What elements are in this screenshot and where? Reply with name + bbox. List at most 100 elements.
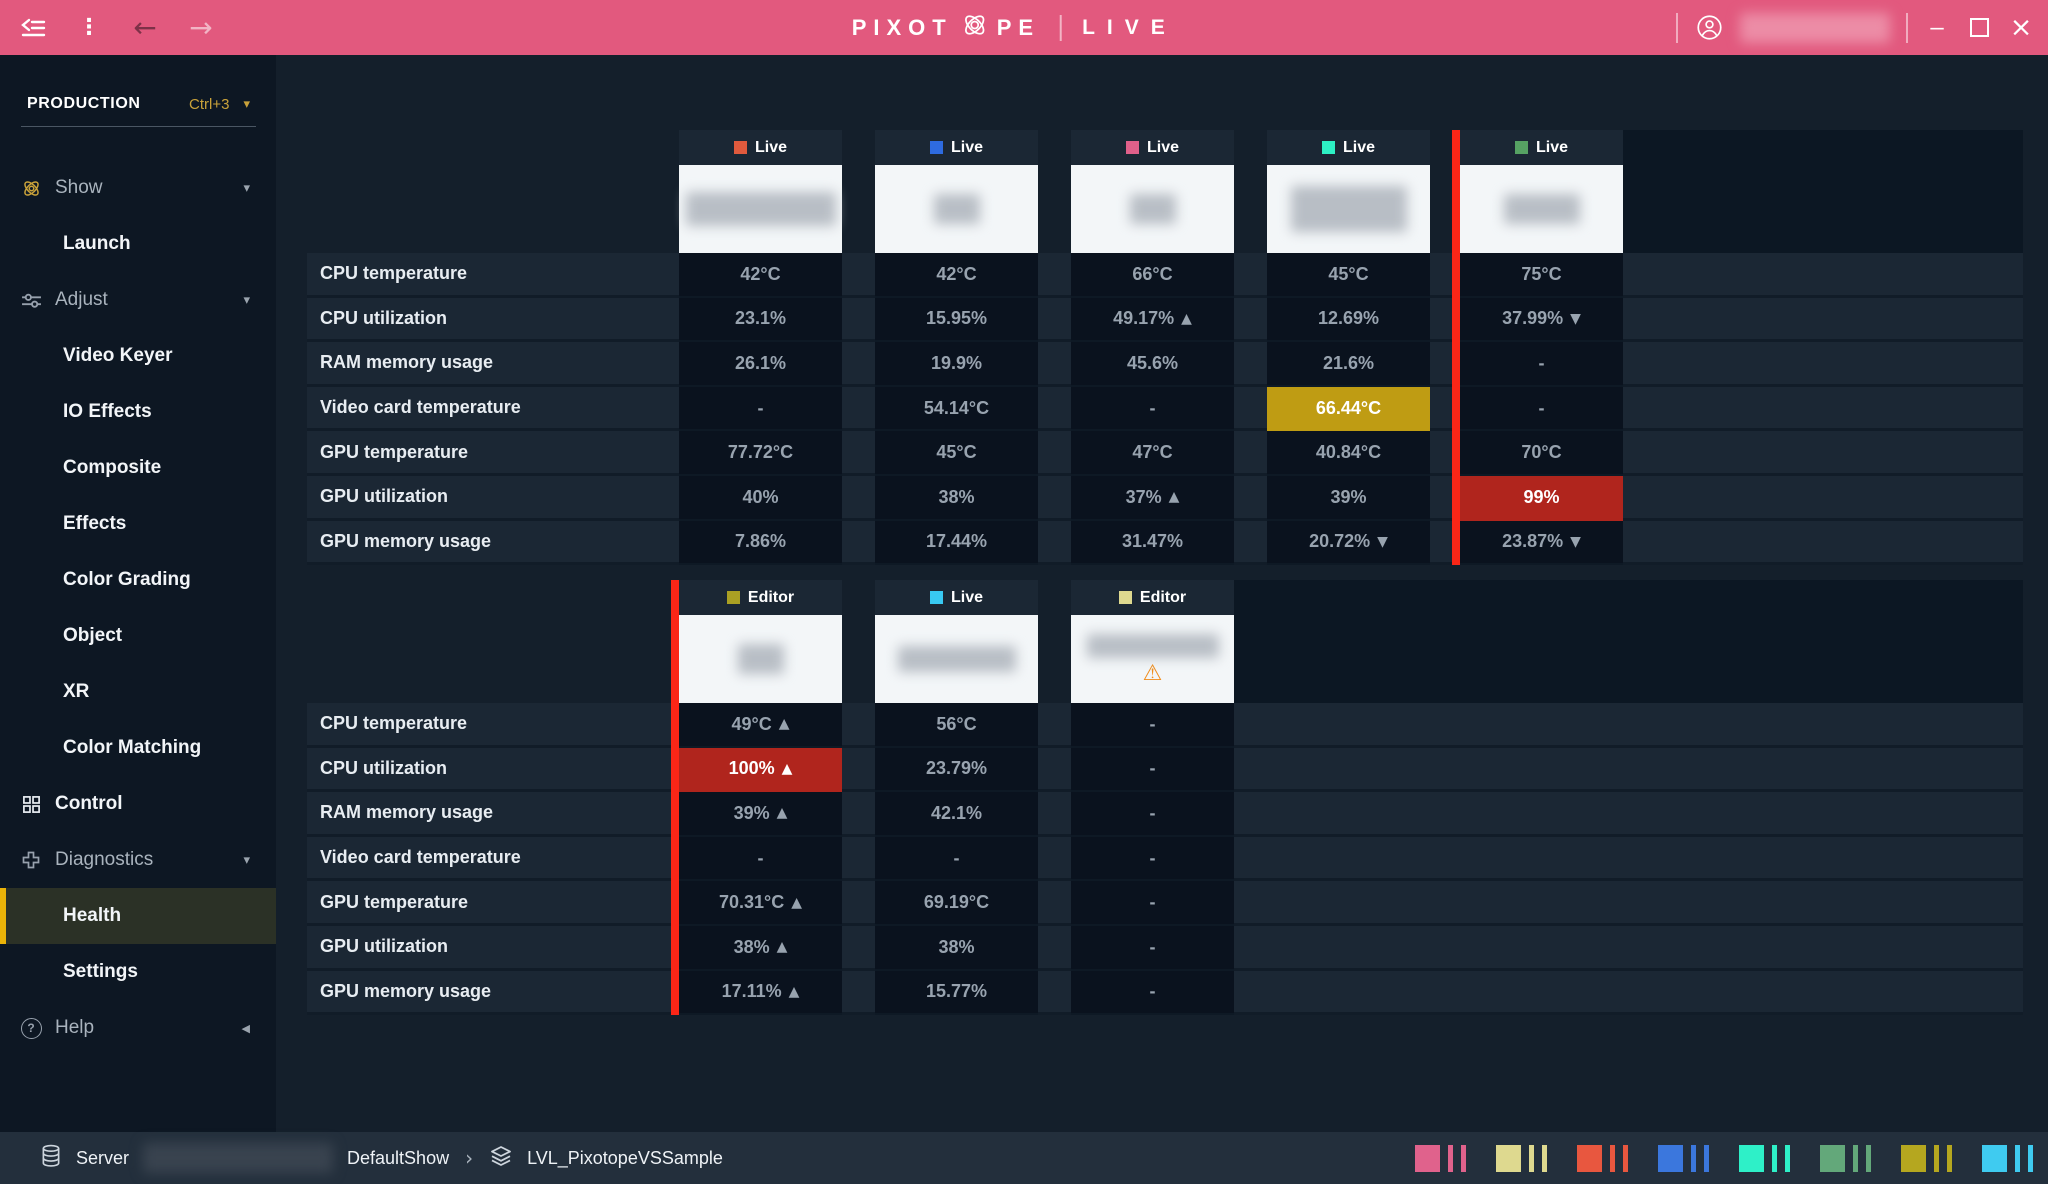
metric-value-cell: 26.1% [679,342,842,387]
sidebar-item-video-keyer[interactable]: Video Keyer [0,328,276,384]
metric-value: 40.84°C [1316,442,1381,463]
window-minimize-button[interactable]: – [1924,15,1950,41]
machine-column: Live42°C23.1%26.1%-77.72°C40%7.86% [679,130,842,565]
metric-value: 40% [742,487,778,508]
sidebar-item-color-matching[interactable]: Color Matching [0,720,276,776]
metric-value-cell: 42.1% [875,792,1038,837]
machine-card[interactable] [1267,165,1430,253]
machine-card[interactable] [875,615,1038,703]
sidebar-item-xr[interactable]: XR [0,664,276,720]
sidebar-item-launch[interactable]: Launch [0,216,276,272]
trend-down-icon: ▼ [1377,534,1388,550]
metric-value-cell: - [679,387,842,432]
pixotope-logo: PIXOT PE LIVE [852,0,1177,55]
machine-swatch-group[interactable] [1415,1145,1466,1172]
sidebar-item-health[interactable]: Health [0,888,276,944]
sidebar-item-label: Control [55,793,123,815]
sidebar-item-show[interactable]: Show▾ [0,160,276,216]
production-mode-selector[interactable]: PRODUCTION Ctrl+3 ▾ [21,82,256,127]
metric-value-cell: 7.86% [679,521,842,566]
machine-status-label: Live [951,589,983,607]
kebab-menu-icon[interactable]: ⋮ [74,13,104,43]
metric-value: 47°C [1132,442,1172,463]
machine-swatch-group[interactable] [1982,1145,2033,1172]
metric-value-cell: - [1071,881,1234,926]
forward-arrow-icon[interactable]: → [186,13,216,43]
machine-card[interactable] [679,615,842,703]
breadcrumb-level-name[interactable]: LVL_PixotopeVSSample [527,1148,723,1169]
window-close-button[interactable]: × [2008,15,2034,41]
sidebar-item-io-effects[interactable]: IO Effects [0,384,276,440]
metric-value: 19.9% [931,353,982,374]
machine-card[interactable] [1071,165,1234,253]
user-account-icon[interactable] [1694,13,1724,43]
collapse-sidebar-icon[interactable] [18,13,48,43]
machine-card[interactable]: ⚠ [1071,615,1234,703]
sidebar-item-label: Diagnostics [55,849,153,871]
sidebar-item-object[interactable]: Object [0,608,276,664]
machine-name-redacted [1291,186,1407,232]
metric-value-cell: 40.84°C [1267,431,1430,476]
back-arrow-icon[interactable]: ← [130,13,160,43]
metric-value-cell: 66°C [1071,253,1234,298]
metric-value-cell: 38% [875,476,1038,521]
metric-value-cell: - [1460,387,1623,432]
machine-column: Live56°C23.79%42.1%-69.19°C38%15.77% [875,580,1038,1015]
metric-value-cell: 77.72°C [679,431,842,476]
machine-status-label: Live [755,139,787,157]
sidebar-item-settings[interactable]: Settings [0,944,276,1000]
metric-row-label: GPU temperature [307,442,468,463]
machine-swatch-bar [1947,1145,1952,1172]
metric-value: 45.6% [1127,353,1178,374]
machine-swatch-group[interactable] [1658,1145,1709,1172]
machine-metric-cells: 49°C▲100%▲39%▲-70.31°C▲38%▲17.11%▲ [679,703,842,1015]
sidebar-item-label: Video Keyer [63,345,172,367]
machine-swatch-group[interactable] [1577,1145,1628,1172]
machine-status-badge: Live [875,580,1038,615]
sidebar-item-effects[interactable]: Effects [0,496,276,552]
machine-swatch-bar [2028,1145,2033,1172]
statusbar: Server DefaultShow › LVL_PixotopeVSSampl… [0,1132,2048,1184]
sidebar-item-diagnostics[interactable]: Diagnostics▾ [0,832,276,888]
metric-value-cell: 49.17%▲ [1071,298,1234,343]
sidebar-item-adjust[interactable]: Adjust▾ [0,272,276,328]
machine-swatch-bar [1461,1145,1466,1172]
alert-indicator-bar [671,580,679,1015]
window-maximize-button[interactable] [1966,15,1992,41]
sidebar-item-composite[interactable]: Composite [0,440,276,496]
machine-swatch-group[interactable] [1739,1145,1790,1172]
logo-divider [1060,15,1062,41]
machine-swatch-bar [1866,1145,1871,1172]
sidebar-item-label: Settings [63,961,138,983]
sidebar-item-help[interactable]: ?Help◀ [0,1000,276,1056]
breadcrumb-show-name[interactable]: DefaultShow [347,1148,449,1169]
sidebar-item-label: Show [55,177,103,199]
metric-value-cell: - [1071,926,1234,971]
machine-swatch-group[interactable] [1901,1145,1952,1172]
machine-swatch-group[interactable] [1820,1145,1871,1172]
metric-value: 23.87% [1502,531,1563,552]
metric-value-cell: 12.69% [1267,298,1430,343]
metric-row-label: CPU temperature [307,713,467,734]
help-icon: ? [20,1017,42,1039]
metric-row-label: RAM memory usage [307,352,493,373]
machine-card[interactable] [679,165,842,253]
sidebar-item-control[interactable]: Control [0,776,276,832]
machine-swatch-bar [1623,1145,1628,1172]
machine-swatch [1415,1145,1440,1172]
metric-value: 42°C [936,264,976,285]
health-table: CPU temperatureCPU utilizationRAM memory… [307,580,2023,1015]
machine-status-badge: Live [679,130,842,165]
machine-card[interactable] [1460,165,1623,253]
machine-swatch-bar [2015,1145,2020,1172]
machine-swatch-bar [1785,1145,1790,1172]
alert-indicator-bar [1452,130,1460,565]
sidebar-item-color-grading[interactable]: Color Grading [0,552,276,608]
metric-value-cell: - [679,837,842,882]
metric-value: 38% [734,937,770,958]
metric-value-cell: 23.1% [679,298,842,343]
machine-card[interactable] [875,165,1038,253]
machine-swatch-group[interactable] [1496,1145,1547,1172]
sidebar-item-label: Color Matching [63,737,201,759]
metric-value-cell: 17.11%▲ [679,971,842,1016]
